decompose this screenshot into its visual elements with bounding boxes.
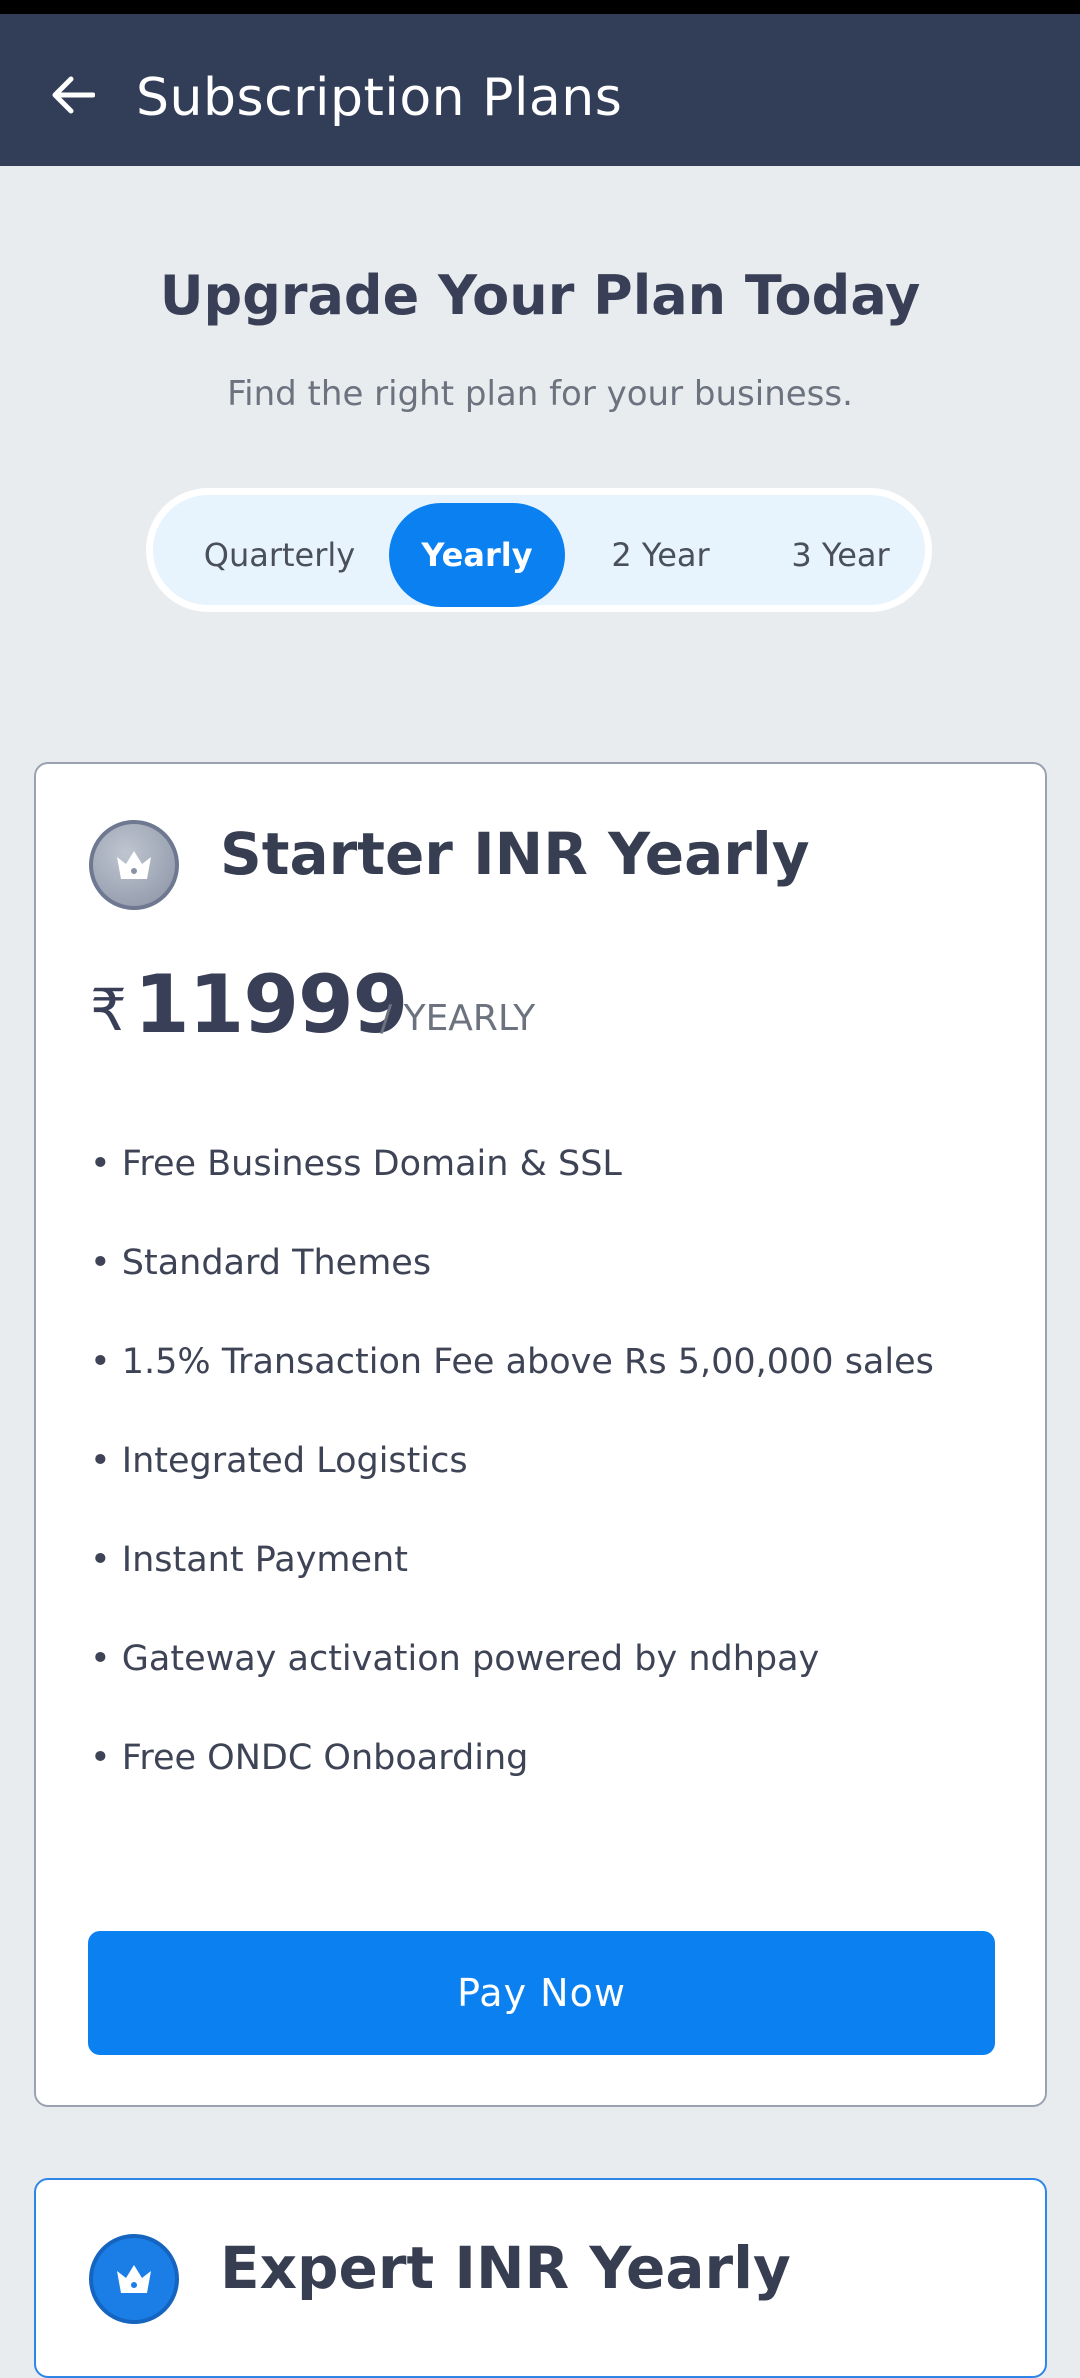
plan-card-starter: Starter INR Yearly ₹ 11999 / YEARLY • Fr… (34, 762, 1047, 2107)
feature-item: • Standard Themes (90, 1243, 432, 1283)
feature-item: • Free Business Domain & SSL (90, 1144, 622, 1184)
feature-list: • Free Business Domain & SSL • Standard … (90, 1144, 934, 1837)
crown-icon (89, 2234, 179, 2324)
price-amount: 11999 (134, 958, 408, 1051)
price-period: / YEARLY (380, 998, 536, 1039)
feature-item: • Gateway activation powered by ndhpay (90, 1639, 820, 1679)
app-bar: Subscription Plans (0, 14, 1080, 166)
plan-card-expert: Expert INR Yearly (34, 2178, 1047, 2378)
plan-name: Starter INR Yearly (220, 820, 810, 888)
pay-now-button[interactable]: Pay Now (88, 1931, 995, 2055)
currency-symbol: ₹ (90, 976, 127, 1044)
hero-subheading: Find the right plan for your business. (227, 374, 853, 414)
toggle-option-3-year[interactable]: 3 Year (753, 503, 928, 607)
crown-icon (89, 820, 179, 910)
toggle-option-2-year[interactable]: 2 Year (573, 503, 748, 607)
toggle-option-yearly[interactable]: Yearly (389, 503, 565, 607)
plan-name: Expert INR Yearly (220, 2234, 791, 2302)
hero-heading: Upgrade Your Plan Today (159, 264, 921, 327)
status-bar (0, 0, 1080, 14)
back-button[interactable] (38, 60, 108, 130)
feature-item: • Instant Payment (90, 1540, 408, 1580)
feature-item: • Integrated Logistics (90, 1441, 468, 1481)
feature-item: • Free ONDC Onboarding (90, 1738, 529, 1778)
arrow-left-icon (52, 76, 95, 114)
feature-item: • 1.5% Transaction Fee above Rs 5,00,000… (90, 1342, 934, 1382)
toggle-option-quarterly[interactable]: Quarterly (173, 503, 386, 607)
billing-period-toggle: Quarterly Yearly 2 Year 3 Year (146, 488, 932, 612)
page-title: Subscription Plans (136, 68, 623, 128)
